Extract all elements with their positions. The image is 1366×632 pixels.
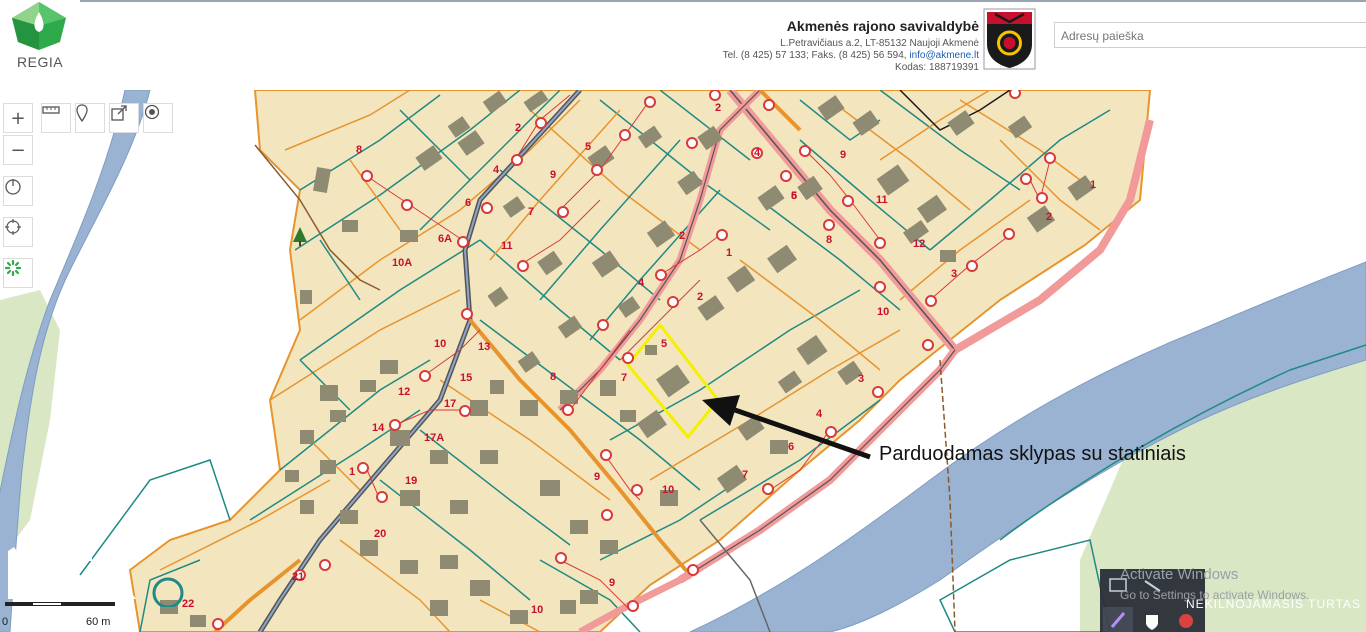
parcel-number-label: 8 bbox=[826, 234, 832, 246]
parcel-number-label: 11 bbox=[876, 194, 888, 206]
parcel-number-label: 9 bbox=[840, 149, 846, 161]
municipality-address: L.Petravičiaus a.2, LT-85132 Naujoji Akm… bbox=[780, 38, 979, 49]
logo-text: REGIA bbox=[17, 54, 64, 70]
municipality-contacts: Tel. (8 425) 57 133; Faks. (8 425) 56 59… bbox=[723, 50, 979, 62]
address-search-input[interactable]: Adresų paieška bbox=[1054, 22, 1366, 48]
parcel-number-label: 8 bbox=[550, 371, 556, 383]
parcel-number-label: 2 bbox=[715, 102, 721, 114]
parcel-number-label: 4 bbox=[638, 277, 645, 289]
parcel-number-label: 19 bbox=[405, 475, 417, 487]
scale-bar: 0 60 m bbox=[2, 596, 122, 630]
municipality-code: Kodas: 188719391 bbox=[895, 62, 979, 73]
parcel-number-label: 2 bbox=[697, 291, 703, 303]
parcel-number-label: 9 bbox=[550, 169, 556, 181]
plus-icon: + bbox=[10, 107, 26, 129]
parcel-number-label: 6 bbox=[788, 441, 794, 453]
power-icon bbox=[5, 179, 21, 195]
parcel-number-label: 4 bbox=[816, 408, 823, 420]
parcel-number-label: 9 bbox=[594, 471, 600, 483]
ntr-watermark-caption: NEKILNOJAMASIS TURTAS bbox=[1186, 597, 1362, 611]
activate-windows-title: Activate Windows bbox=[1120, 566, 1239, 583]
parcel-number-label: 10 bbox=[434, 338, 446, 350]
map-view[interactable]: 8 2 4 6 6A 10A 11 7 9 5 2 2 4 9 11 12 1 2 3 10 6 8 1 2 3 4 5 7 10 13 1… bbox=[0, 90, 1366, 632]
settlement-area bbox=[128, 90, 1152, 632]
scale-zero-label: 0 bbox=[2, 616, 9, 628]
parcel-number-label: 12 bbox=[913, 238, 925, 250]
zoom-out-button[interactable]: − bbox=[3, 135, 33, 165]
gps-button[interactable] bbox=[3, 217, 33, 247]
parcel-number-label: 3 bbox=[951, 268, 957, 280]
parcel-number-label: 21 bbox=[292, 571, 304, 583]
ruler-icon bbox=[42, 106, 60, 114]
parcel-number-label: 5 bbox=[661, 338, 667, 350]
parcel-number-label: 10 bbox=[877, 306, 889, 318]
header-top-line bbox=[80, 0, 1366, 2]
parcel-number-label: 11 bbox=[501, 240, 513, 252]
parcel-number-label: 2 bbox=[1046, 211, 1052, 223]
share-button[interactable] bbox=[109, 103, 139, 133]
parcel-number-label: 4 bbox=[754, 147, 761, 159]
scale-bar-segment bbox=[33, 603, 61, 605]
minus-icon: − bbox=[10, 139, 26, 161]
parcel-number-label: 5 bbox=[791, 190, 797, 202]
target-icon bbox=[144, 104, 160, 120]
parcel-number-label: 17A bbox=[424, 432, 444, 444]
parcel-number-label: 2 bbox=[515, 122, 521, 134]
parcel-number-label: 10A bbox=[392, 257, 412, 269]
pin-icon bbox=[76, 104, 88, 122]
parcel-number-label: 15 bbox=[460, 372, 472, 384]
parcel-number-label: 7 bbox=[742, 469, 748, 481]
crosshair-icon bbox=[5, 219, 21, 235]
zoom-in-button[interactable]: + bbox=[3, 103, 33, 133]
parcel-number-label: 2 bbox=[679, 230, 685, 242]
parcel-number-label: 1 bbox=[349, 466, 355, 478]
power-button[interactable] bbox=[3, 176, 33, 206]
parcel-number-label: 14 bbox=[372, 422, 385, 434]
parcel-number-label: 4 bbox=[493, 164, 500, 176]
sale-annotation-text: Parduodamas sklypas su statiniais bbox=[879, 443, 1186, 465]
municipality-phone: Tel. (8 425) 57 133; Faks. (8 425) 56 59… bbox=[722, 50, 907, 61]
scale-length-label: 60 m bbox=[86, 616, 111, 628]
parcel-number-label: 7 bbox=[528, 206, 534, 218]
parcel-number-label: 7 bbox=[621, 372, 627, 384]
parcel-number-label: 20 bbox=[374, 528, 386, 540]
parcel-number-label: 5 bbox=[585, 141, 591, 153]
share-icon bbox=[111, 105, 127, 121]
parcel-number-label: 10 bbox=[531, 604, 543, 616]
parcel-number-label: 17 bbox=[444, 398, 456, 410]
spinner-icon bbox=[4, 259, 22, 277]
municipality-email-link[interactable]: info@akmene.lt bbox=[909, 50, 979, 61]
parcel-number-label: 8 bbox=[356, 144, 362, 156]
coat-of-arms bbox=[983, 8, 1036, 70]
place-marker-button[interactable] bbox=[75, 103, 105, 133]
parcel-number-label: 12 bbox=[398, 386, 410, 398]
parcel-number-label: 6 bbox=[465, 197, 471, 209]
parcel-number-label: 10 bbox=[662, 484, 674, 496]
parcel-number-label: 3 bbox=[858, 373, 864, 385]
parcel-number-label: 6A bbox=[438, 233, 452, 245]
layers-button[interactable] bbox=[3, 258, 33, 288]
parcel-number-label: 9 bbox=[609, 577, 615, 589]
parcel-number-label: 1 bbox=[726, 247, 732, 259]
measure-button[interactable] bbox=[41, 103, 71, 133]
locate-button[interactable] bbox=[143, 103, 173, 133]
app-header: REGIA Akmenės rajono savivaldybė L.Petra… bbox=[0, 0, 1366, 91]
municipality-name: Akmenės rajono savivaldybė bbox=[786, 18, 979, 34]
municipality-info: Akmenės rajono savivaldybė L.Petravičiau… bbox=[723, 18, 979, 74]
map-canvas[interactable]: 82466A10A1179522491112123106812345710 131… bbox=[0, 90, 1366, 632]
parcel-number-label: 1 bbox=[1090, 179, 1096, 191]
parcel-number-label: 13 bbox=[478, 341, 490, 353]
